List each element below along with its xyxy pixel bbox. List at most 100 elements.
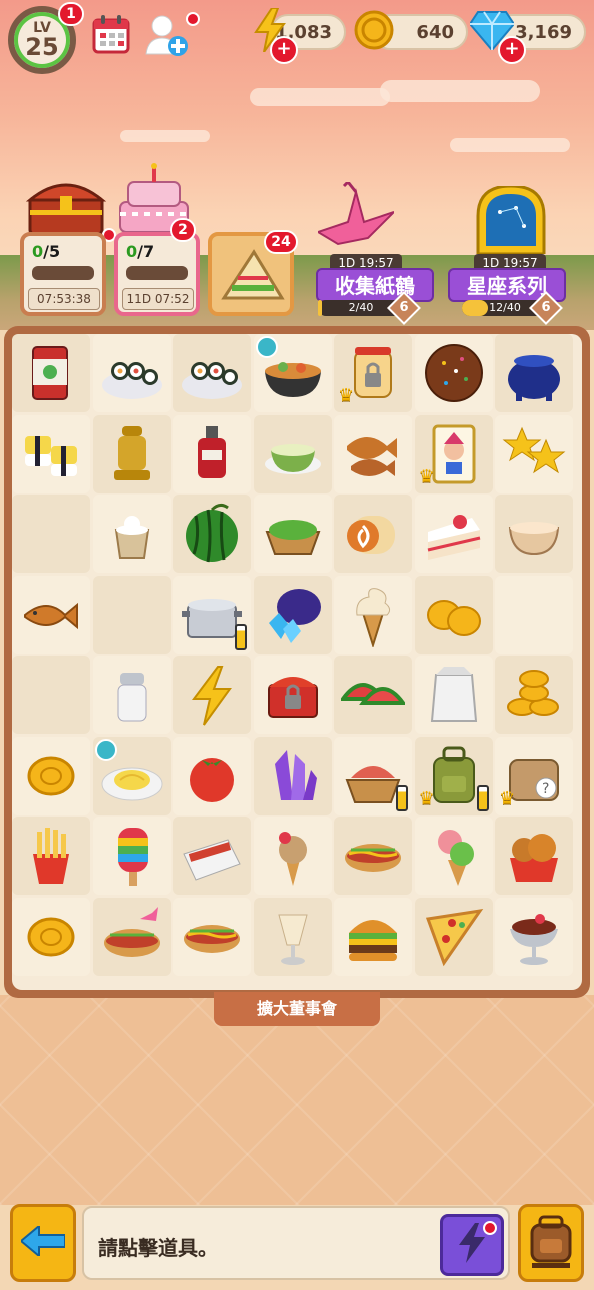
- salad-basket-icon[interactable]: [261, 502, 325, 566]
- board-cell[interactable]: [92, 334, 171, 412]
- flour-pot-icon[interactable]: [100, 502, 164, 566]
- order-card[interactable]: 0/7 11D 07:52: [114, 232, 200, 316]
- gold-coins-small-icon[interactable]: [422, 583, 486, 647]
- board-cell[interactable]: [495, 897, 573, 976]
- burger-icon[interactable]: [341, 905, 405, 969]
- ice-cream-cone-icon[interactable]: [341, 583, 405, 647]
- add-gems-button[interactable]: +: [498, 36, 526, 64]
- board-cell[interactable]: [173, 736, 251, 815]
- hotdog-crane-icon[interactable]: [100, 905, 164, 969]
- board-cell[interactable]: [495, 334, 573, 412]
- lightning-bolt-icon[interactable]: [180, 663, 244, 727]
- board-cell[interactable]: [12, 736, 90, 815]
- back-button[interactable]: [10, 1204, 76, 1282]
- calendar-icon[interactable]: [92, 14, 130, 54]
- board-cell[interactable]: [173, 575, 251, 654]
- board-cell[interactable]: [92, 817, 171, 895]
- sushi-roll-plate-icon[interactable]: [180, 341, 244, 405]
- gold-coin-stack-icon[interactable]: [502, 663, 566, 727]
- soup-bowl-icon[interactable]: [261, 422, 325, 486]
- salt-shaker-icon[interactable]: [100, 663, 164, 727]
- board-cell[interactable]: [253, 656, 332, 734]
- taiyaki-pair-icon[interactable]: [341, 422, 405, 486]
- gem-bag-icon[interactable]: [261, 583, 325, 647]
- board-cell[interactable]: [12, 334, 90, 412]
- board-cell[interactable]: [92, 575, 171, 654]
- board-cell[interactable]: [253, 334, 332, 412]
- mixing-bowl-icon[interactable]: [502, 502, 566, 566]
- paper-bag-icon[interactable]: [422, 663, 486, 727]
- board-cell[interactable]: [12, 817, 90, 895]
- tomato-icon[interactable]: [180, 744, 244, 808]
- board-cell[interactable]: [414, 656, 493, 734]
- board-cell[interactable]: [12, 495, 90, 573]
- board-cell[interactable]: [92, 656, 171, 734]
- board-cell[interactable]: [12, 656, 90, 734]
- board-cell[interactable]: [334, 897, 412, 976]
- board-cell[interactable]: [414, 334, 493, 412]
- board-cell[interactable]: [173, 656, 251, 734]
- board-cell[interactable]: [253, 414, 332, 493]
- board-cell[interactable]: [173, 897, 251, 976]
- sundae-icon[interactable]: [502, 905, 566, 969]
- taiyaki-icon[interactable]: [19, 583, 83, 647]
- board-cell[interactable]: [12, 897, 90, 976]
- board-cell[interactable]: [173, 334, 251, 412]
- board-cell[interactable]: [173, 495, 251, 573]
- board-cell[interactable]: ♛: [414, 736, 493, 815]
- rainbow-popsicle-icon[interactable]: [100, 824, 164, 888]
- board-cell[interactable]: [414, 897, 493, 976]
- chocolate-donut-icon[interactable]: [422, 341, 486, 405]
- watermelon-icon[interactable]: [180, 502, 244, 566]
- board-cell[interactable]: [253, 495, 332, 573]
- board-cell[interactable]: ? ♛: [495, 736, 573, 815]
- board-cell[interactable]: [414, 495, 493, 573]
- pepper-mill-icon[interactable]: [100, 422, 164, 486]
- pizza-slice-icon[interactable]: [422, 905, 486, 969]
- locked-chest-icon[interactable]: [261, 663, 325, 727]
- board-cell[interactable]: [495, 495, 573, 573]
- ice-cream-cherry-icon[interactable]: [261, 824, 325, 888]
- watermelon-slices-icon[interactable]: [341, 663, 405, 727]
- sushi-roll-plate-icon[interactable]: [100, 341, 164, 405]
- hotdog-icon[interactable]: [341, 824, 405, 888]
- ice-cream-green-icon[interactable]: [422, 824, 486, 888]
- board-cell[interactable]: [414, 817, 493, 895]
- board-cell[interactable]: [12, 575, 90, 654]
- board-cell[interactable]: [495, 656, 573, 734]
- gold-stars-icon[interactable]: [502, 422, 566, 486]
- board-cell[interactable]: ♛: [414, 414, 493, 493]
- board-cell[interactable]: [12, 414, 90, 493]
- cake-roll-icon[interactable]: [341, 502, 405, 566]
- board-cell[interactable]: [92, 495, 171, 573]
- treasure-chest-icon[interactable]: [25, 176, 107, 240]
- parfait-icon[interactable]: [261, 905, 325, 969]
- board-cell[interactable]: [495, 414, 573, 493]
- board-cell[interactable]: [334, 414, 412, 493]
- red-sauce-bottle-icon[interactable]: [180, 422, 244, 486]
- strawberry-cake-icon[interactable]: [422, 502, 486, 566]
- french-fries-icon[interactable]: [19, 824, 83, 888]
- paper-crane-icon[interactable]: [315, 179, 395, 256]
- constellation-icon[interactable]: [468, 184, 554, 258]
- board-cell[interactable]: [495, 575, 573, 654]
- board-cell[interactable]: [334, 817, 412, 895]
- energy-booster-button[interactable]: [440, 1214, 504, 1276]
- purple-crystal-icon[interactable]: [261, 744, 325, 808]
- board-cell[interactable]: [92, 414, 171, 493]
- tamago-sushi-icon[interactable]: [19, 422, 83, 486]
- board-cell[interactable]: [253, 736, 332, 815]
- board-cell[interactable]: [414, 575, 493, 654]
- board-cell[interactable]: ♛: [334, 334, 412, 412]
- board-cell[interactable]: [495, 817, 573, 895]
- fried-chicken-icon[interactable]: [502, 824, 566, 888]
- soup-can-icon[interactable]: [19, 341, 83, 405]
- hotdog-tray-icon[interactable]: [180, 824, 244, 888]
- gold-coin-icon[interactable]: [19, 905, 83, 969]
- add-friend-icon[interactable]: [144, 12, 190, 58]
- board-cell[interactable]: [253, 575, 332, 654]
- order-card[interactable]: 0/5 07:53:38: [20, 232, 106, 316]
- board-cell[interactable]: [334, 736, 412, 815]
- board-cell[interactable]: [173, 414, 251, 493]
- board-cell[interactable]: [334, 495, 412, 573]
